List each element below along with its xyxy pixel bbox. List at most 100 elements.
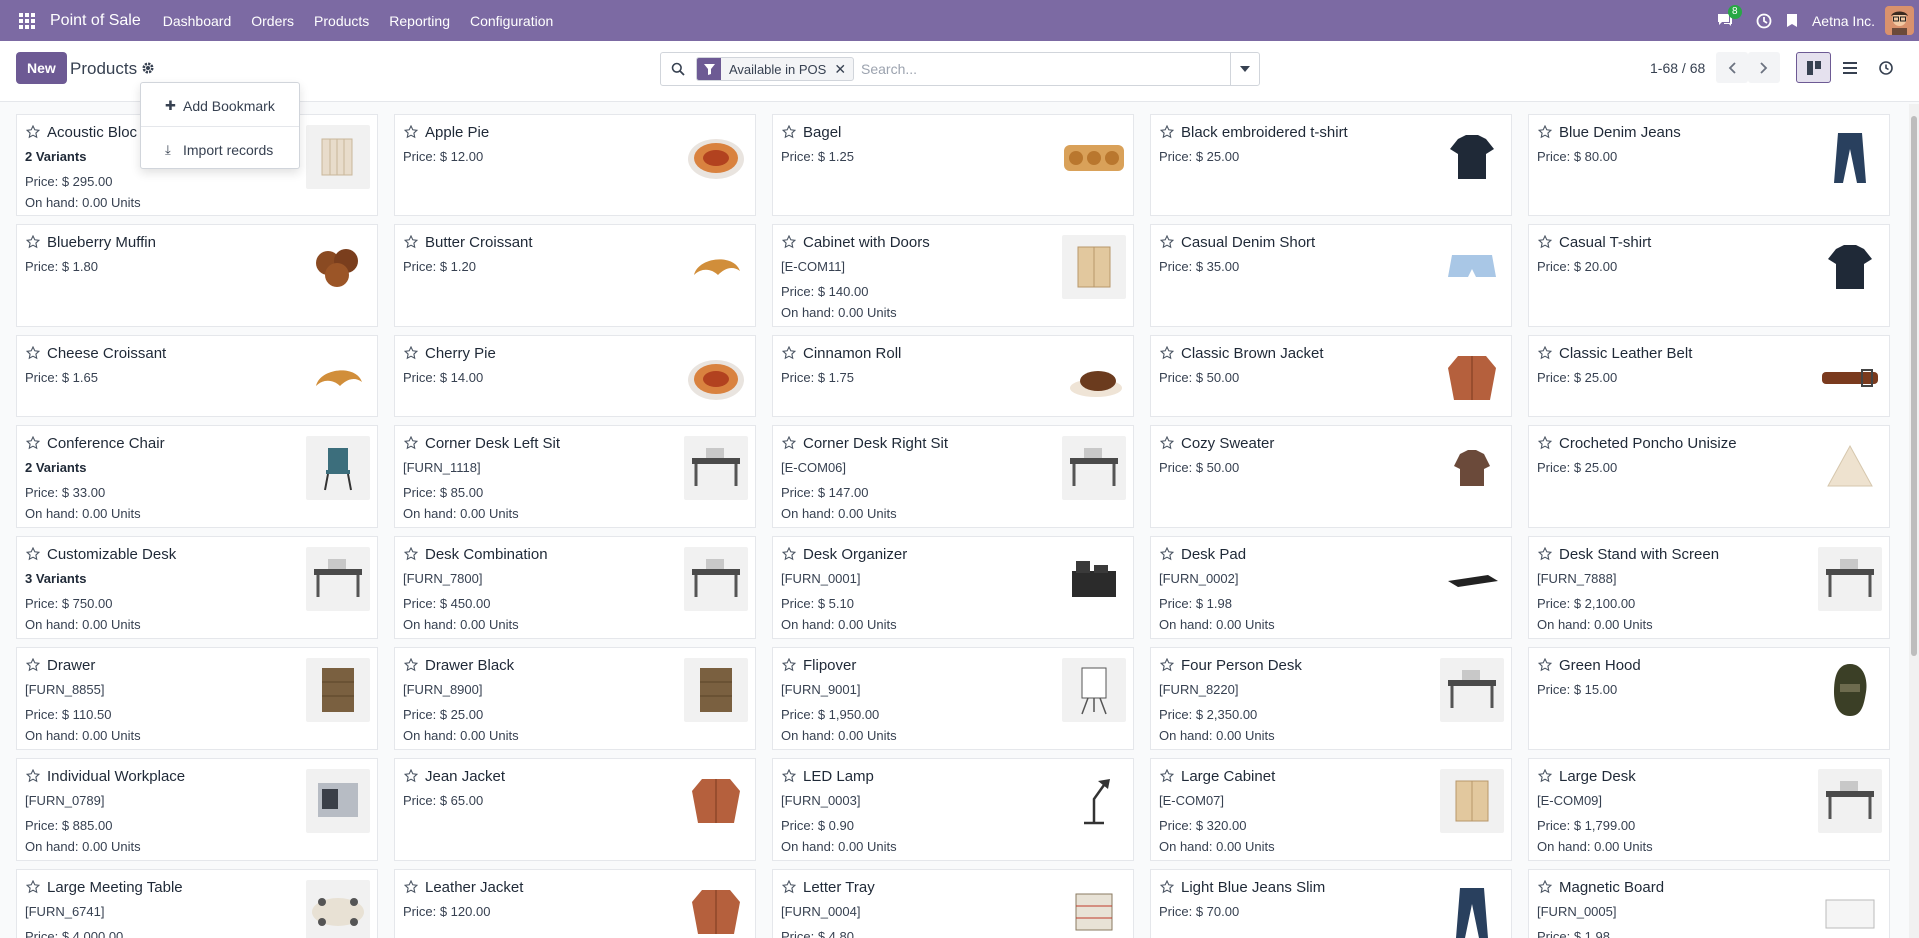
favorite-star-icon[interactable] bbox=[25, 879, 41, 894]
product-card[interactable]: Large Desk [E-COM09] Price: $ 1,799.00 On h… bbox=[1528, 758, 1890, 861]
favorite-star-icon[interactable] bbox=[403, 435, 419, 450]
product-card[interactable]: Cinnamon Roll Price: $ 1.75 bbox=[772, 335, 1134, 417]
favorite-star-icon[interactable] bbox=[1159, 124, 1175, 139]
chat-icon[interactable]: 8 bbox=[1716, 4, 1742, 31]
product-card[interactable]: Four Person Desk [FURN_8220] Price: $ 2,35… bbox=[1150, 647, 1512, 750]
favorite-star-icon[interactable] bbox=[1537, 234, 1553, 249]
scrollbar-thumb[interactable] bbox=[1911, 116, 1917, 656]
favorite-star-icon[interactable] bbox=[25, 435, 41, 450]
favorite-star-icon[interactable] bbox=[25, 124, 41, 139]
favorite-star-icon[interactable] bbox=[1537, 124, 1553, 139]
product-card[interactable]: Butter Croissant Price: $ 1.20 bbox=[394, 224, 756, 327]
product-card[interactable]: Desk Combination [FURN_7800] Price: $ 450.… bbox=[394, 536, 756, 639]
product-card[interactable]: Desk Organizer [FURN_0001] Price: $ 5.10 On… bbox=[772, 536, 1134, 639]
favorite-star-icon[interactable] bbox=[403, 234, 419, 249]
favorite-star-icon[interactable] bbox=[1159, 234, 1175, 249]
new-button[interactable]: New bbox=[16, 52, 67, 84]
import-records-menu-item[interactable]: ⤓ Import records bbox=[141, 132, 299, 168]
favorite-star-icon[interactable] bbox=[781, 657, 797, 672]
favorite-star-icon[interactable] bbox=[403, 124, 419, 139]
product-card[interactable]: Cheese Croissant Price: $ 1.65 bbox=[16, 335, 378, 417]
menu-orders[interactable]: Orders bbox=[241, 13, 304, 29]
favorite-star-icon[interactable] bbox=[1537, 768, 1553, 783]
product-card[interactable]: LED Lamp [FURN_0003] Price: $ 0.90 On hand:… bbox=[772, 758, 1134, 861]
pager-value[interactable]: 1-68 / 68 bbox=[1650, 60, 1705, 76]
favorite-star-icon[interactable] bbox=[403, 657, 419, 672]
favorite-star-icon[interactable] bbox=[1159, 435, 1175, 450]
product-card[interactable]: Customizable Desk 3 Variants Price: $ 750.… bbox=[16, 536, 378, 639]
company-switcher[interactable]: Aetna Inc. bbox=[1812, 13, 1875, 29]
favorite-star-icon[interactable] bbox=[25, 345, 41, 360]
activity-view-button[interactable] bbox=[1868, 52, 1903, 83]
favorite-star-icon[interactable] bbox=[1159, 879, 1175, 894]
favorite-star-icon[interactable] bbox=[1159, 657, 1175, 672]
search-input[interactable] bbox=[861, 59, 1221, 79]
favorite-star-icon[interactable] bbox=[25, 234, 41, 249]
favorite-star-icon[interactable] bbox=[403, 345, 419, 360]
product-card[interactable]: Light Blue Jeans Slim Price: $ 70.00 bbox=[1150, 869, 1512, 938]
product-card[interactable]: Blue Denim Jeans Price: $ 80.00 bbox=[1528, 114, 1890, 216]
product-card[interactable]: Black embroidered t-shirt Price: $ 25.00 bbox=[1150, 114, 1512, 216]
user-avatar[interactable] bbox=[1885, 6, 1914, 35]
product-card[interactable]: Desk Stand with Screen [FURN_7888] Price: … bbox=[1528, 536, 1890, 639]
favorite-star-icon[interactable] bbox=[1537, 345, 1553, 360]
favorite-star-icon[interactable] bbox=[1537, 435, 1553, 450]
vertical-scrollbar[interactable] bbox=[1909, 104, 1919, 938]
menu-configuration[interactable]: Configuration bbox=[460, 13, 563, 29]
clock-icon[interactable] bbox=[1756, 13, 1772, 29]
product-card[interactable]: Large Cabinet [E-COM07] Price: $ 320.00 On … bbox=[1150, 758, 1512, 861]
product-card[interactable]: Cherry Pie Price: $ 14.00 bbox=[394, 335, 756, 417]
favorite-star-icon[interactable] bbox=[781, 345, 797, 360]
pager-previous-button[interactable] bbox=[1716, 52, 1748, 83]
product-card[interactable]: Flipover [FURN_9001] Price: $ 1,950.00 On h… bbox=[772, 647, 1134, 750]
product-card[interactable]: Magnetic Board [FURN_0005] Price: $ 1.98 bbox=[1528, 869, 1890, 938]
product-card[interactable]: Corner Desk Left Sit [FURN_1118] Price: $ … bbox=[394, 425, 756, 528]
favorite-star-icon[interactable] bbox=[403, 768, 419, 783]
apps-grid-icon[interactable] bbox=[19, 12, 35, 29]
pager-next-button[interactable] bbox=[1748, 52, 1780, 83]
favorite-star-icon[interactable] bbox=[781, 879, 797, 894]
product-card[interactable]: Cozy Sweater Price: $ 50.00 bbox=[1150, 425, 1512, 528]
add-bookmark-menu-item[interactable]: ✚ Add Bookmark bbox=[141, 88, 299, 124]
product-card[interactable]: Drawer [FURN_8855] Price: $ 110.50 On hand:… bbox=[16, 647, 378, 750]
product-card[interactable]: Classic Leather Belt Price: $ 25.00 bbox=[1528, 335, 1890, 417]
search-options-toggle[interactable] bbox=[1230, 53, 1259, 85]
product-card[interactable]: Drawer Black [FURN_8900] Price: $ 25.00 On … bbox=[394, 647, 756, 750]
product-card[interactable]: Large Meeting Table [FURN_6741] Price: $ 4… bbox=[16, 869, 378, 938]
favorite-star-icon[interactable] bbox=[781, 546, 797, 561]
favorite-star-icon[interactable] bbox=[1159, 345, 1175, 360]
product-card[interactable]: Classic Brown Jacket Price: $ 50.00 bbox=[1150, 335, 1512, 417]
favorite-star-icon[interactable] bbox=[403, 546, 419, 561]
menu-dashboard[interactable]: Dashboard bbox=[153, 13, 242, 29]
favorite-star-icon[interactable] bbox=[1159, 768, 1175, 783]
product-card[interactable]: Corner Desk Right Sit [E-COM06] Price: $ 1… bbox=[772, 425, 1134, 528]
favorite-star-icon[interactable] bbox=[781, 435, 797, 450]
product-card[interactable]: Apple Pie Price: $ 12.00 bbox=[394, 114, 756, 216]
favorite-star-icon[interactable] bbox=[781, 124, 797, 139]
app-brand[interactable]: Point of Sale bbox=[50, 12, 141, 30]
favorite-star-icon[interactable] bbox=[1537, 546, 1553, 561]
product-card[interactable]: Jean Jacket Price: $ 65.00 bbox=[394, 758, 756, 861]
product-card[interactable]: Letter Tray [FURN_0004] Price: $ 4.80 bbox=[772, 869, 1134, 938]
product-card[interactable]: Blueberry Muffin Price: $ 1.80 bbox=[16, 224, 378, 327]
favorite-star-icon[interactable] bbox=[1537, 657, 1553, 672]
product-card[interactable]: Casual T-shirt Price: $ 20.00 bbox=[1528, 224, 1890, 327]
favorite-star-icon[interactable] bbox=[1159, 546, 1175, 561]
bookmark-icon[interactable] bbox=[1786, 13, 1798, 28]
favorite-star-icon[interactable] bbox=[781, 768, 797, 783]
favorite-star-icon[interactable] bbox=[781, 234, 797, 249]
product-card[interactable]: Conference Chair 2 Variants Price: $ 33.00… bbox=[16, 425, 378, 528]
product-card[interactable]: Green Hood Price: $ 15.00 bbox=[1528, 647, 1890, 750]
favorite-star-icon[interactable] bbox=[25, 546, 41, 561]
favorite-star-icon[interactable] bbox=[25, 657, 41, 672]
list-view-button[interactable] bbox=[1832, 52, 1867, 83]
menu-reporting[interactable]: Reporting bbox=[379, 13, 460, 29]
product-card[interactable]: Desk Pad [FURN_0002] Price: $ 1.98 On hand:… bbox=[1150, 536, 1512, 639]
product-card[interactable]: Casual Denim Short Price: $ 35.00 bbox=[1150, 224, 1512, 327]
product-card[interactable]: Crocheted Poncho Unisize Price: $ 25.00 bbox=[1528, 425, 1890, 528]
menu-products[interactable]: Products bbox=[304, 13, 379, 29]
kanban-view-button[interactable] bbox=[1796, 52, 1831, 83]
favorite-star-icon[interactable] bbox=[25, 768, 41, 783]
product-card[interactable]: Individual Workplace [FURN_0789] Price: $ … bbox=[16, 758, 378, 861]
gear-icon[interactable] bbox=[141, 61, 157, 77]
